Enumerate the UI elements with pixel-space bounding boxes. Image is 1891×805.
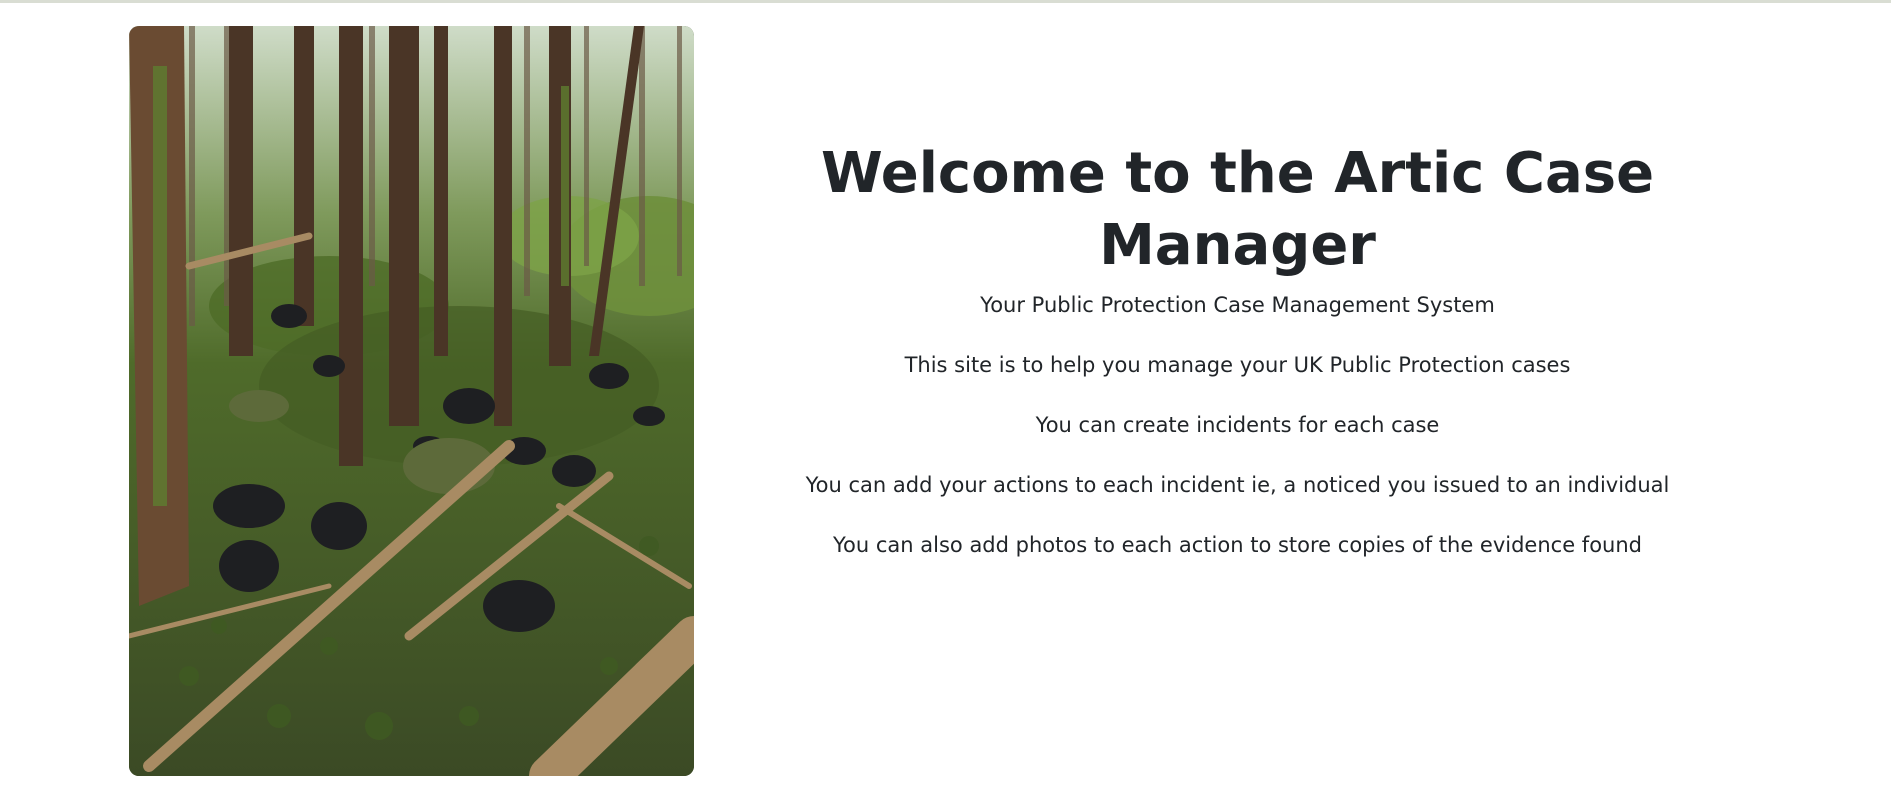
- welcome-content: Welcome to the Artic Case Manager Your P…: [730, 138, 1745, 560]
- page-subtitle: Your Public Protection Case Management S…: [980, 293, 1495, 317]
- top-divider: [0, 0, 1891, 3]
- photos-paragraph: You can also add photos to each action t…: [833, 533, 1642, 557]
- page-title: Welcome to the Artic Case Manager: [820, 141, 1655, 278]
- actions-paragraph: You can add your actions to each inciden…: [805, 473, 1670, 497]
- forest-illustration: [129, 26, 694, 776]
- incidents-paragraph: You can create incidents for each case: [1035, 413, 1440, 437]
- intro-paragraph: This site is to help you manage your UK …: [904, 353, 1571, 377]
- hero-photo: [129, 26, 694, 776]
